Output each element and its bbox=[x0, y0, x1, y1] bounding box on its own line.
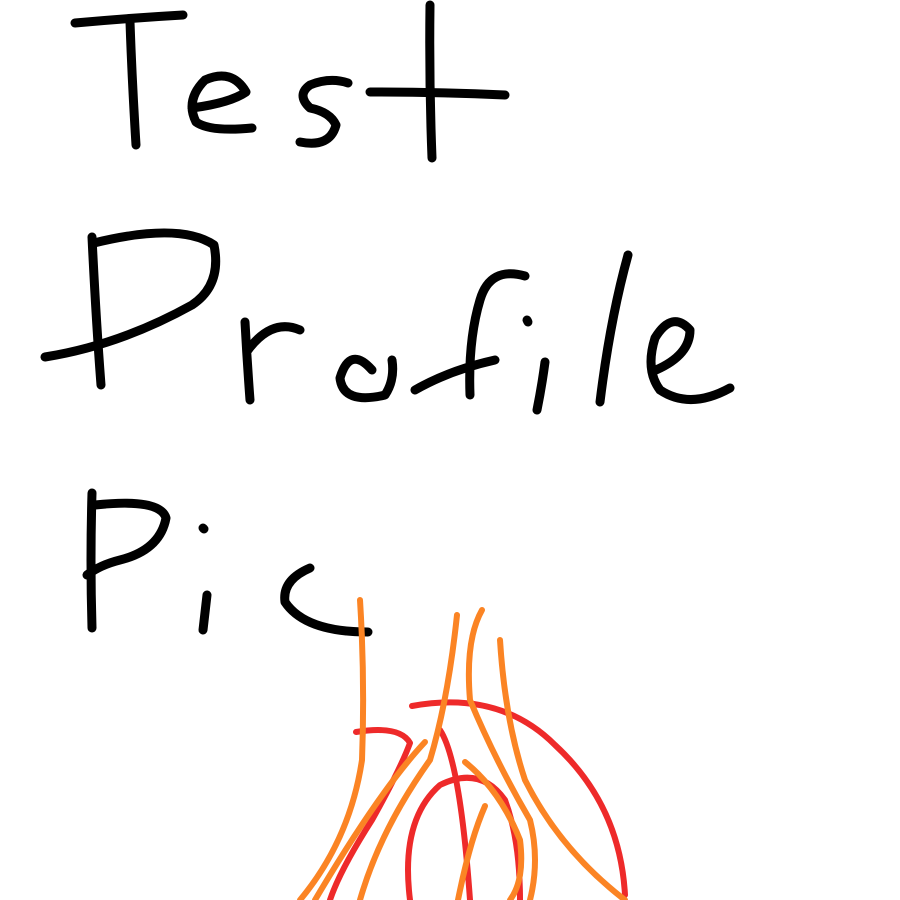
letter-e2 bbox=[646, 317, 735, 404]
flame-icon bbox=[297, 597, 628, 900]
letter-p3-bowl bbox=[82, 498, 171, 580]
letter-f bbox=[410, 269, 530, 400]
handwritten-pic bbox=[82, 488, 373, 637]
letter-i3-stem bbox=[198, 590, 212, 635]
letter-t2-stem bbox=[425, 0, 437, 163]
letter-e bbox=[187, 71, 257, 134]
letter-r bbox=[240, 317, 305, 405]
letter-l bbox=[595, 250, 633, 407]
handwritten-test bbox=[70, 0, 510, 163]
profile-picture-canvas: Test Profile Pic bbox=[0, 0, 900, 900]
letter-p3-stem bbox=[86, 488, 97, 633]
letter-p-stem bbox=[87, 232, 106, 390]
letter-i3-dot bbox=[198, 523, 209, 534]
letter-i-stem bbox=[532, 357, 550, 415]
handwritten-profile bbox=[40, 228, 735, 415]
handwritten-drawing bbox=[40, 0, 735, 900]
letter-t-stem bbox=[125, 17, 141, 150]
letter-i-dot bbox=[522, 315, 533, 327]
letter-t2-bar bbox=[365, 87, 510, 100]
letter-s bbox=[295, 75, 353, 148]
letter-o bbox=[335, 354, 398, 403]
letter-p-bowl bbox=[40, 228, 221, 362]
letter-c bbox=[280, 563, 373, 637]
